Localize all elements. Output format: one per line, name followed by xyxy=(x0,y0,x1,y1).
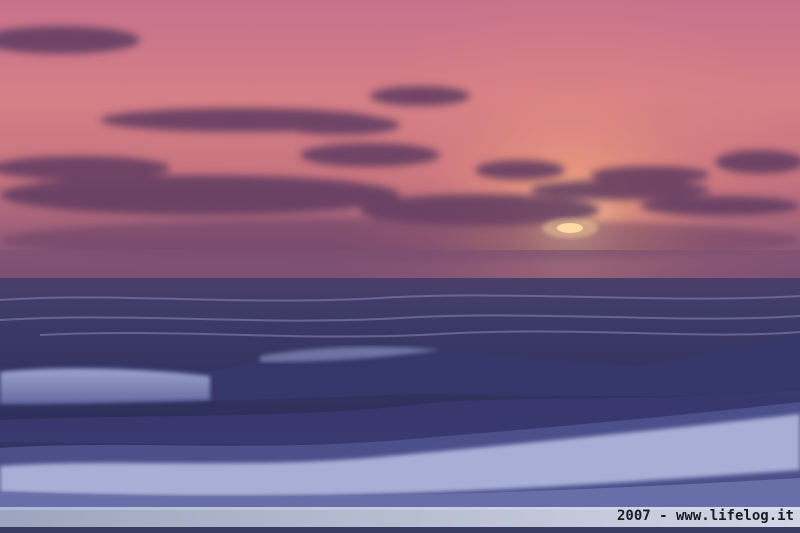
watermark-strip: 2007 - www.lifelog.it xyxy=(0,507,800,527)
watermark-text: 2007 - www.lifelog.it xyxy=(616,508,794,524)
bottom-band xyxy=(0,527,800,533)
sunset-sea-image xyxy=(0,0,800,510)
middle-wave-foam xyxy=(0,368,210,404)
horizon-haze xyxy=(0,250,800,280)
photo-scene: 2007 - www.lifelog.it xyxy=(0,0,800,533)
